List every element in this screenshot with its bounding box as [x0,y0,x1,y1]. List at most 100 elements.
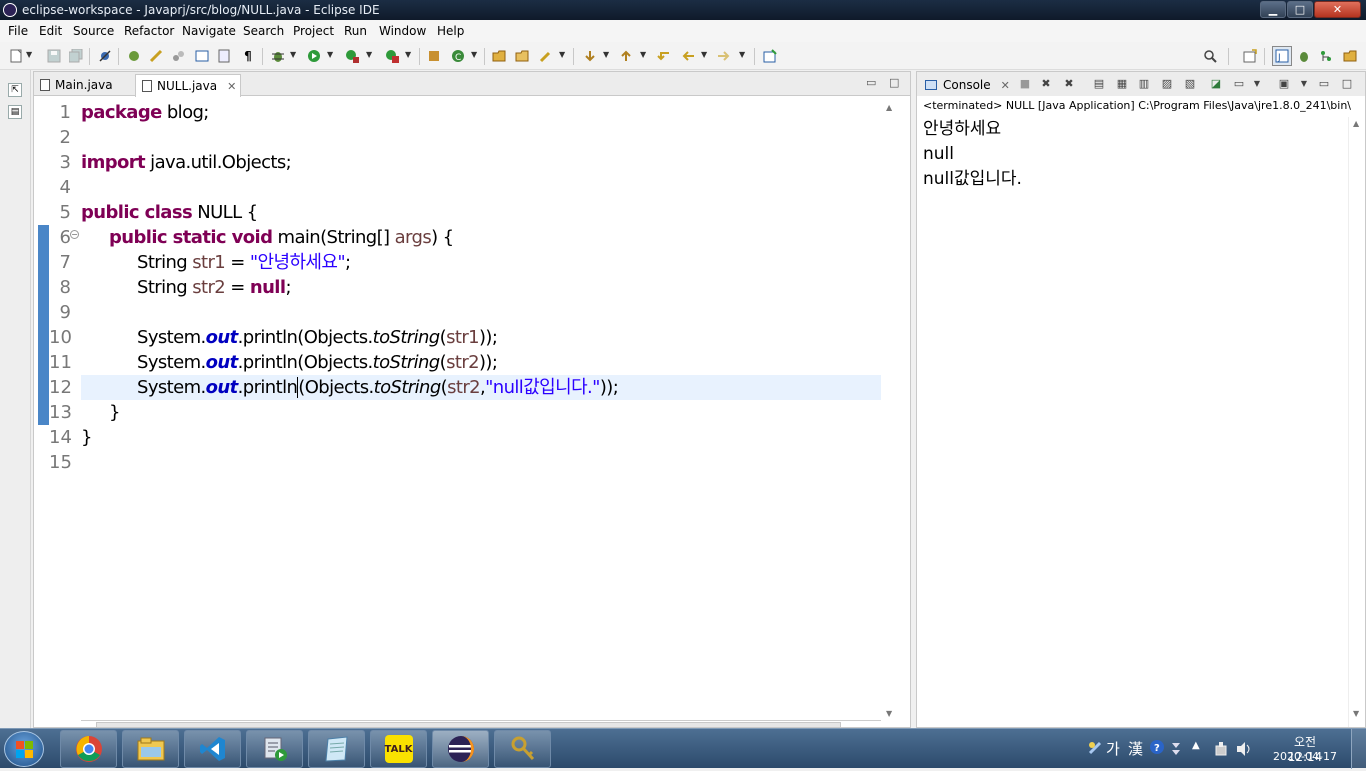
open-project-icon[interactable] [514,48,530,64]
current-code-line[interactable]: System.out.println(Objects.toString(str2… [81,375,881,400]
new-package-icon[interactable] [426,48,442,64]
save-all-icon[interactable] [68,48,84,64]
code-line[interactable]: package blog; [81,100,881,125]
close-tab-icon[interactable]: ✕ [1001,79,1010,92]
code-line[interactable]: } [81,425,881,450]
remove-launch-icon[interactable]: ✖ [1039,77,1053,91]
tab-console[interactable]: Console ✕ [921,74,1016,96]
scroll-down-icon[interactable]: ▼ [886,709,892,718]
git-perspective-icon[interactable] [1318,48,1334,64]
taskbar-key-tool[interactable] [494,730,551,768]
display-console-dropdown-icon[interactable]: ▼ [1250,77,1264,91]
menu-source[interactable]: Source [73,24,114,38]
start-button[interactable] [4,731,44,767]
open-folder-icon[interactable] [491,48,507,64]
search-tool-icon[interactable] [538,48,554,64]
ime-hanja-indicator[interactable]: 漢 [1128,738,1143,759]
open-console-icon[interactable]: ▣ [1277,77,1291,91]
last-edit-location-icon[interactable] [656,48,672,64]
ime-options-icon[interactable] [1171,741,1181,755]
coverage-dropdown-icon[interactable]: ▼ [366,50,372,59]
maximize-editor-icon[interactable]: □ [889,76,899,89]
code-line[interactable]: import java.util.Objects; [81,150,881,175]
taskbar-chrome[interactable] [60,730,117,768]
close-button[interactable]: ✕ [1314,1,1361,18]
minimize-button[interactable]: ▁ [1260,1,1286,18]
volume-icon[interactable] [1235,741,1253,757]
menu-navigate[interactable]: Navigate [182,24,236,38]
show-on-error-icon[interactable]: ▧ [1183,77,1197,91]
help-icon[interactable]: ? [1149,739,1165,755]
code-text-area[interactable]: package blog; import java.util.Objects; … [81,97,881,727]
code-line[interactable]: } [81,400,881,425]
new-dropdown-icon[interactable]: ▼ [26,50,32,59]
pin-console-icon[interactable]: ◪ [1209,77,1223,91]
search-tool-dropdown-icon[interactable]: ▼ [559,50,565,59]
forward-dropdown-icon[interactable]: ▼ [739,50,745,59]
clear-console-icon[interactable]: ▤ [1092,77,1106,91]
menu-run[interactable]: Run [344,24,367,38]
back-dropdown-icon[interactable]: ▼ [701,50,707,59]
search-icon[interactable] [1202,48,1218,64]
scroll-lock-icon[interactable]: ▦ [1115,77,1129,91]
scroll-up-icon[interactable]: ▲ [886,103,892,112]
save-icon[interactable] [46,48,62,64]
fold-collapse-icon[interactable]: − [70,230,79,239]
menu-search[interactable]: Search [243,24,284,38]
previous-annotation-dropdown-icon[interactable]: ▼ [640,50,646,59]
run-dropdown-icon[interactable]: ▼ [327,50,333,59]
menu-file[interactable]: File [8,24,28,38]
taskbar-file-explorer[interactable] [122,730,179,768]
terminate-icon[interactable]: ■ [1018,77,1032,91]
taskbar-vscode[interactable] [184,730,241,768]
ime-mode-icon[interactable] [1087,740,1103,756]
code-line[interactable]: String str2 = null; [81,275,881,300]
restore-icon[interactable]: ⇱ [8,83,22,97]
pin-editor-icon[interactable] [762,48,778,64]
code-line[interactable]: public static void main(String[] args) { [81,225,881,250]
open-console-dropdown-icon[interactable]: ▼ [1297,77,1311,91]
menu-edit[interactable]: Edit [39,24,62,38]
clock-date[interactable]: 2020-04-17 [1265,750,1345,763]
menu-project[interactable]: Project [293,24,334,38]
console-vertical-scrollbar[interactable]: ▲ ▼ [1348,117,1364,727]
minimize-editor-icon[interactable]: ▭ [866,76,876,89]
coverage-icon[interactable] [344,48,360,64]
show-hidden-icons-icon[interactable]: ▲ [1192,740,1200,751]
code-line[interactable]: String str1 = "안녕하세요"; [81,250,881,275]
show-on-output-icon[interactable]: ▨ [1160,77,1174,91]
eclipse-app-icon[interactable] [3,3,17,17]
tab-main-java[interactable]: Main.java [34,74,134,96]
safely-remove-hardware-icon[interactable] [1213,741,1229,757]
show-whitespace-icon[interactable] [216,48,232,64]
taskbar-kakaotalk[interactable]: TALK [370,730,427,768]
show-desktop-button[interactable] [1351,729,1366,769]
debug-icon[interactable] [270,48,286,64]
taskbar-eclipse[interactable] [432,730,489,768]
display-selected-console-icon[interactable]: ▭ [1232,77,1246,91]
editor-vertical-scrollbar[interactable]: ▲ ▼ [883,97,899,727]
window-title-bar[interactable]: eclipse-workspace - Javaprj/src/blog/NUL… [0,0,1366,20]
code-line[interactable]: System.out.println(Objects.toString(str1… [81,325,881,350]
back-icon[interactable] [680,48,696,64]
word-wrap-icon[interactable]: ▥ [1137,77,1151,91]
code-line[interactable]: public class NULL { [81,200,881,225]
java-perspective-icon[interactable]: J [1272,46,1292,66]
open-task-icon[interactable] [194,48,210,64]
maximize-console-icon[interactable]: □ [1340,77,1354,91]
new-java-package-icon[interactable] [126,48,142,64]
menu-help[interactable]: Help [437,24,464,38]
new-icon[interactable] [8,48,24,64]
open-perspective-icon[interactable] [1242,48,1258,64]
run-icon[interactable] [306,48,322,64]
skip-breakpoints-icon[interactable] [97,48,113,64]
next-annotation-dropdown-icon[interactable]: ▼ [603,50,609,59]
remove-all-terminated-icon[interactable]: ✖ [1062,77,1076,91]
menu-refactor[interactable]: Refactor [124,24,174,38]
tab-null-java[interactable]: NULL.java ✕ [135,74,241,97]
next-annotation-icon[interactable] [582,48,598,64]
close-tab-icon[interactable]: ✕ [227,80,236,93]
debug-perspective-icon[interactable] [1296,48,1312,64]
resource-perspective-icon[interactable] [1342,48,1358,64]
open-type-icon[interactable] [170,48,186,64]
